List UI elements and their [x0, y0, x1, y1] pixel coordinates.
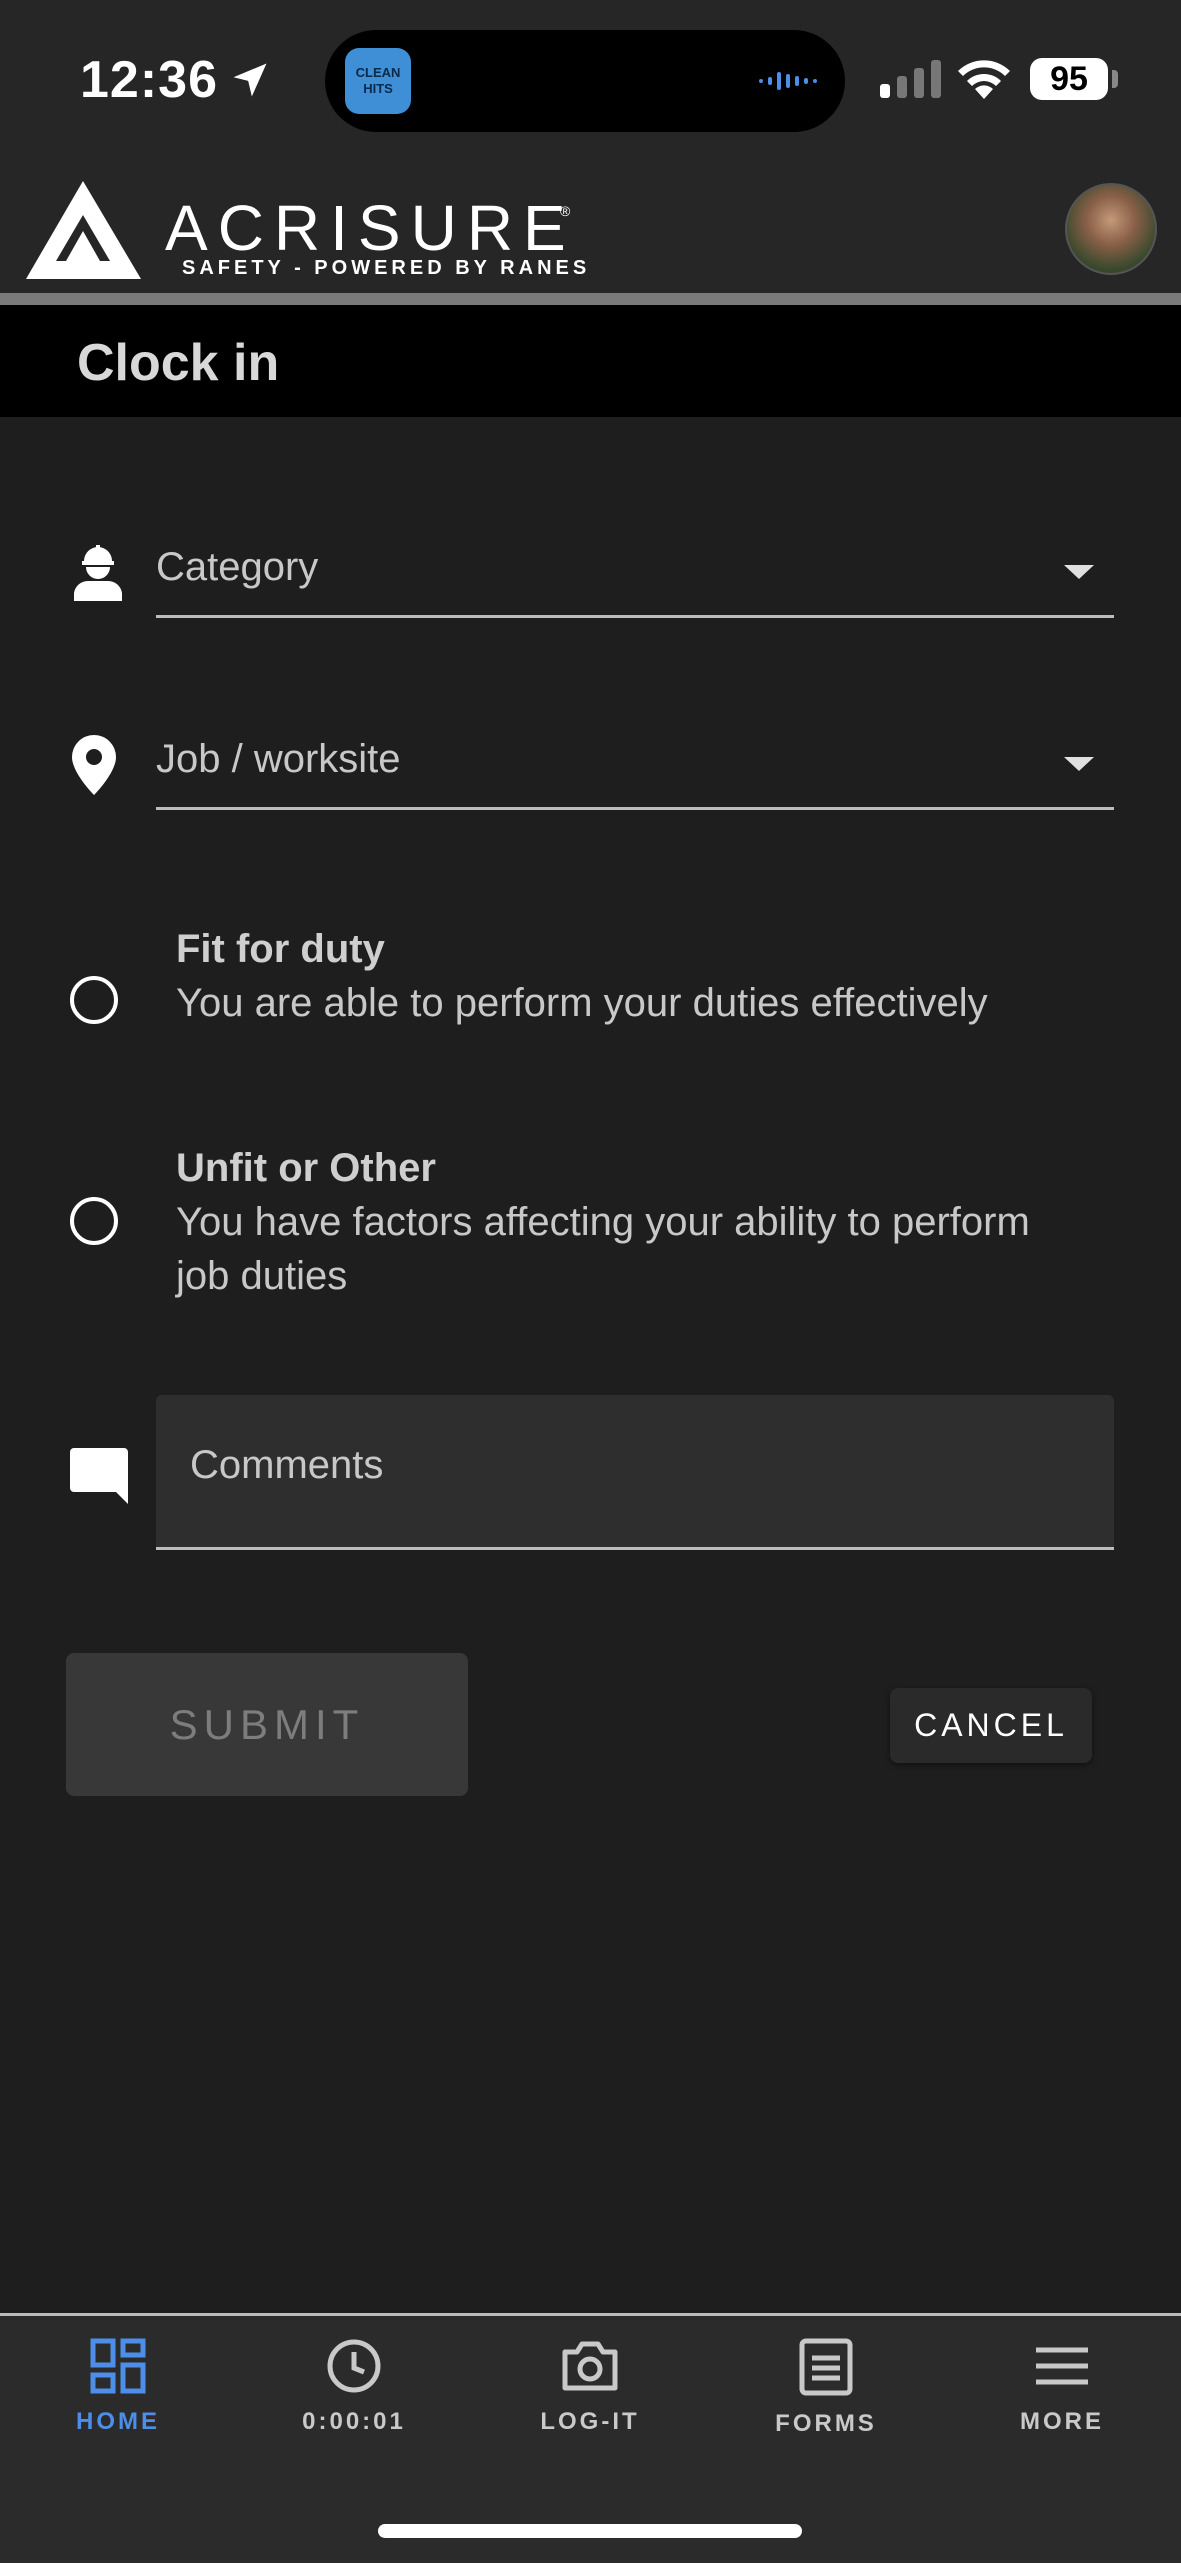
chevron-down-icon	[1064, 565, 1094, 579]
fit-for-duty-text: Fit for duty You are able to perform you…	[176, 922, 1036, 1030]
fit-for-duty-radio[interactable]	[70, 976, 118, 1024]
clean-hits-app-icon[interactable]: CLEAN HITS	[345, 48, 411, 114]
unfit-text: Unfit or Other You have factors affectin…	[176, 1141, 1036, 1303]
dynamic-island: CLEAN HITS	[325, 30, 845, 132]
nav-log-it-label: LOG-IT	[540, 2408, 640, 2435]
menu-icon	[1036, 2347, 1088, 2385]
nav-forms-label: FORMS	[775, 2410, 877, 2437]
cancel-button[interactable]: CANCEL	[890, 1688, 1092, 1763]
header-divider	[0, 293, 1181, 305]
app-header: ACRISURE ® SAFETY - POWERED BY RANES	[0, 165, 1181, 293]
title-bar: Clock in	[0, 305, 1181, 417]
page-title: Clock in	[77, 334, 280, 392]
location-pin-icon	[72, 735, 116, 795]
clock-icon	[327, 2339, 381, 2393]
nav-forms[interactable]: FORMS	[708, 2338, 944, 2438]
category-select[interactable]: Category	[156, 535, 1114, 618]
camera-icon	[562, 2341, 618, 2391]
unfit-title: Unfit or Other	[176, 1146, 436, 1190]
nav-more[interactable]: MORE	[944, 2338, 1180, 2436]
chevron-down-icon	[1064, 757, 1094, 771]
worker-hardhat-icon	[74, 545, 122, 601]
registered-mark: ®	[560, 203, 571, 219]
nav-home[interactable]: HOME	[0, 2338, 236, 2436]
wifi-icon	[958, 60, 1010, 99]
comments-placeholder: Comments	[190, 1443, 384, 1487]
brand-name: ACRISURE	[165, 192, 576, 264]
fit-for-duty-description: You are able to perform your duties effe…	[176, 981, 988, 1025]
nav-timer-label: 0:00:01	[302, 2408, 406, 2435]
fit-for-duty-title: Fit for duty	[176, 927, 385, 971]
nav-more-label: MORE	[1020, 2408, 1104, 2435]
forms-icon	[799, 2338, 853, 2396]
comments-input[interactable]: Comments	[156, 1395, 1114, 1550]
battery-cap	[1112, 70, 1118, 88]
home-indicator[interactable]	[378, 2524, 802, 2538]
user-avatar[interactable]	[1065, 183, 1157, 275]
nav-home-label: HOME	[76, 2408, 160, 2435]
acrisure-logo-icon[interactable]	[26, 181, 141, 279]
audio-wave-icon	[759, 72, 817, 90]
submit-button[interactable]: SUBMIT	[66, 1653, 468, 1796]
nav-log-it[interactable]: LOG-IT	[472, 2338, 708, 2436]
dashboard-icon	[90, 2338, 146, 2394]
battery-level: 95	[1030, 58, 1108, 100]
comment-icon	[70, 1448, 128, 1504]
location-arrow-icon	[233, 63, 267, 97]
cellular-signal-icon	[880, 60, 941, 98]
status-bar: 12:36 CLEAN HITS 95	[0, 0, 1181, 165]
status-time: 12:36	[80, 51, 218, 109]
job-select[interactable]: Job / worksite	[156, 727, 1114, 810]
job-label: Job / worksite	[156, 737, 401, 781]
unfit-radio[interactable]	[70, 1197, 118, 1245]
category-label: Category	[156, 545, 319, 589]
unfit-description: You have factors affecting your ability …	[176, 1200, 1030, 1298]
nav-timer[interactable]: 0:00:01	[236, 2338, 472, 2436]
brand-tagline: SAFETY - POWERED BY RANES	[182, 257, 591, 279]
